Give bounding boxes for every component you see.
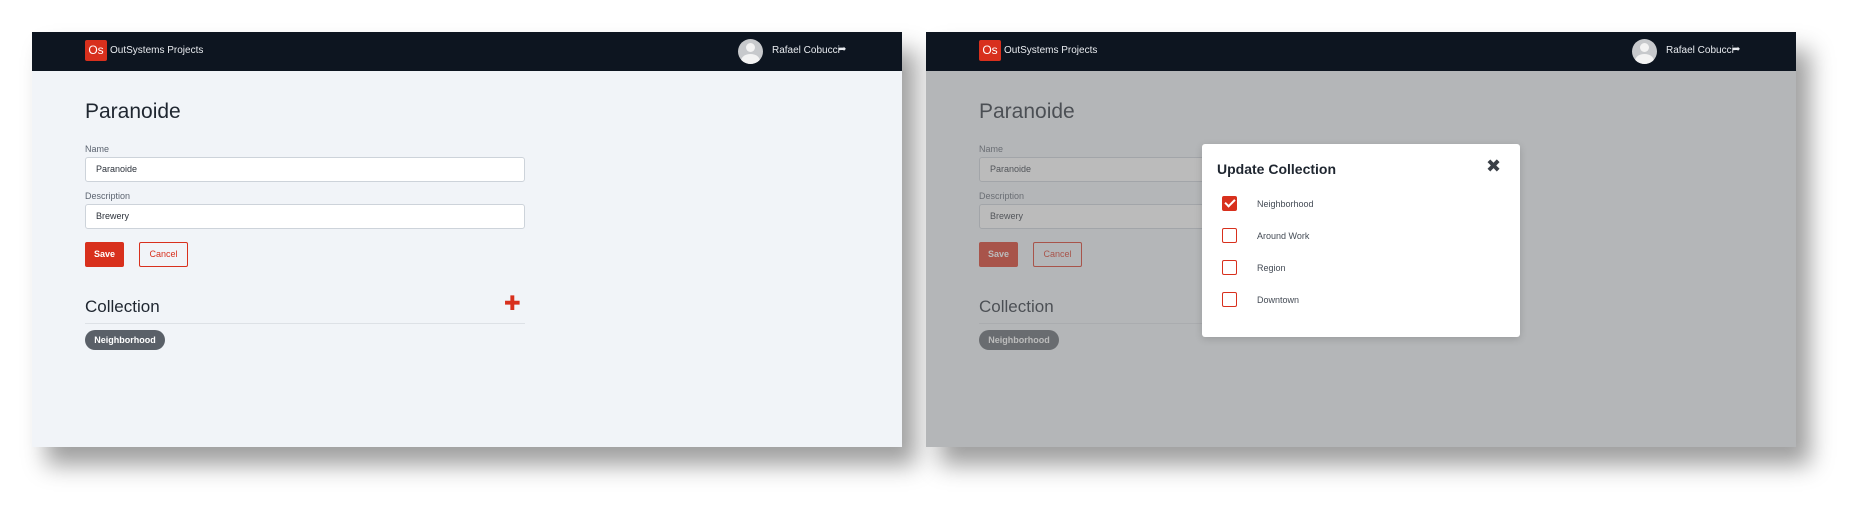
user-avatar[interactable] [1632, 39, 1657, 64]
cancel-button[interactable]: Cancel [139, 242, 188, 267]
app-brand-name[interactable]: OutSystems Projects [1004, 44, 1097, 58]
description-input[interactable]: Brewery [85, 204, 525, 229]
collection-option[interactable]: Around Work [1222, 228, 1482, 244]
add-collection-icon[interactable]: ✚ [504, 293, 521, 315]
option-label: Region [1257, 263, 1286, 273]
page-title: Paranoide [85, 100, 181, 123]
collection-title: Collection [85, 297, 160, 316]
avatar-body-shape [741, 54, 760, 64]
save-button[interactable]: Save [85, 242, 124, 267]
screen-update-collection-modal: Os OutSystems Projects Rafael Cobucci ➦ … [926, 32, 1796, 447]
checkbox[interactable] [1222, 260, 1237, 275]
checkbox[interactable] [1222, 292, 1237, 307]
avatar-head-shape [746, 43, 755, 52]
app-brand-name[interactable]: OutSystems Projects [110, 44, 203, 58]
collection-option[interactable]: Downtown [1222, 292, 1482, 308]
collection-option[interactable]: Region [1222, 260, 1482, 276]
collection-tag[interactable]: Neighborhood [85, 330, 165, 350]
app-logo[interactable]: Os [85, 40, 107, 61]
name-label: Name [85, 144, 110, 154]
avatar-body-shape [1635, 54, 1654, 64]
option-label: Downtown [1257, 295, 1300, 305]
option-label: Around Work [1257, 231, 1310, 241]
checkbox[interactable] [1222, 196, 1237, 211]
user-name[interactable]: Rafael Cobucci [1666, 44, 1734, 58]
user-name[interactable]: Rafael Cobucci [772, 44, 840, 58]
avatar-head-shape [1640, 43, 1649, 52]
modal-title: Update Collection [1217, 161, 1337, 177]
top-navbar: Os OutSystems Projects Rafael Cobucci ➦ [32, 32, 902, 71]
app-logo[interactable]: Os [979, 40, 1001, 61]
description-label: Description [85, 191, 131, 201]
close-icon[interactable]: ✖ [1486, 156, 1501, 176]
name-input[interactable]: Paranoide [85, 157, 525, 182]
divider [85, 323, 525, 324]
collection-option[interactable]: Neighborhood [1222, 196, 1482, 212]
user-avatar[interactable] [738, 39, 763, 64]
update-collection-modal: Update Collection ✖ Neighborhood Around … [1202, 144, 1520, 337]
top-navbar: Os OutSystems Projects Rafael Cobucci ➦ [926, 32, 1796, 71]
option-label: Neighborhood [1257, 199, 1314, 209]
logout-icon[interactable]: ➦ [838, 43, 846, 57]
checkbox[interactable] [1222, 228, 1237, 243]
screen-project-edit: Os OutSystems Projects Rafael Cobucci ➦ … [32, 32, 902, 447]
logout-icon[interactable]: ➦ [1732, 43, 1740, 57]
